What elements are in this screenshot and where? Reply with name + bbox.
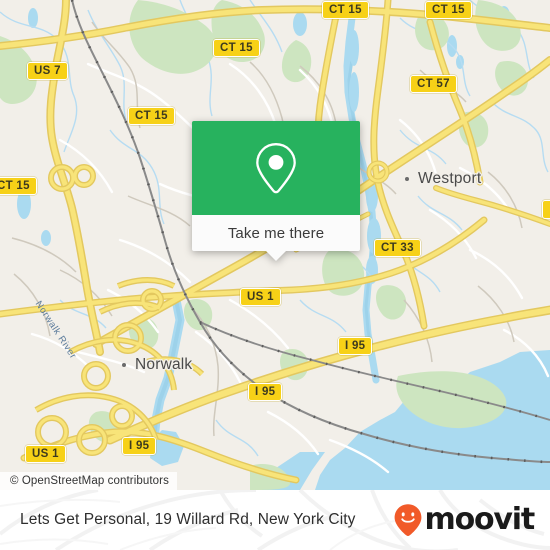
road-shield-us1-mid[interactable]: US 1 [240, 288, 281, 306]
road-shield-i95-lower[interactable]: I 95 [248, 383, 283, 401]
road-shield-ct57[interactable]: CT 57 [410, 75, 457, 93]
take-me-there-button-label: Take me there [227, 224, 325, 242]
place-label-norwalk: Norwalk [122, 356, 193, 374]
popup-header [192, 121, 360, 215]
road-shield-ct15-left[interactable]: CT 15 [0, 177, 37, 195]
road-shield-i95-mid[interactable]: I 95 [338, 337, 373, 355]
road-shield-ct15-top3[interactable]: CT 15 [213, 39, 260, 57]
road-shield-ct33[interactable]: CT 33 [374, 239, 421, 257]
location-caption-text: Lets Get Personal, 19 Willard Rd, New Yo… [20, 511, 356, 528]
road-shield-right-edge[interactable] [542, 200, 550, 219]
place-label-text: Westport [418, 170, 482, 187]
road-shield-ct15-mid[interactable]: CT 15 [128, 107, 175, 125]
caption-bar: Lets Get Personal, 19 Willard Rd, New Yo… [0, 490, 550, 550]
place-dot [122, 363, 126, 367]
road-shield-us1-bottom[interactable]: US 1 [25, 445, 66, 463]
moovit-wordmark: moovit [424, 502, 536, 537]
location-popup-card[interactable]: Take me there [192, 121, 360, 261]
road-shield-us7[interactable]: US 7 [27, 62, 68, 80]
place-label-westport: Westport [405, 170, 482, 188]
place-label-text: Norwalk [135, 356, 193, 373]
road-shield-i95-bottom[interactable]: I 95 [122, 437, 157, 455]
road-shield-ct15-top2[interactable]: CT 15 [425, 1, 472, 19]
place-dot [405, 177, 409, 181]
popup-pointer-tail [265, 250, 287, 261]
map-pin-icon [256, 143, 296, 194]
map-screenshot: Westport Norwalk Norwalk River CT 15 CT … [0, 0, 550, 550]
popup-footer[interactable]: Take me there [192, 215, 360, 261]
moovit-brand[interactable]: moovit [393, 502, 536, 537]
moovit-smiley-pin-icon [394, 504, 421, 536]
road-shield-ct15-top1[interactable]: CT 15 [322, 1, 369, 19]
map-attribution[interactable]: © OpenStreetMap contributors [0, 472, 177, 490]
